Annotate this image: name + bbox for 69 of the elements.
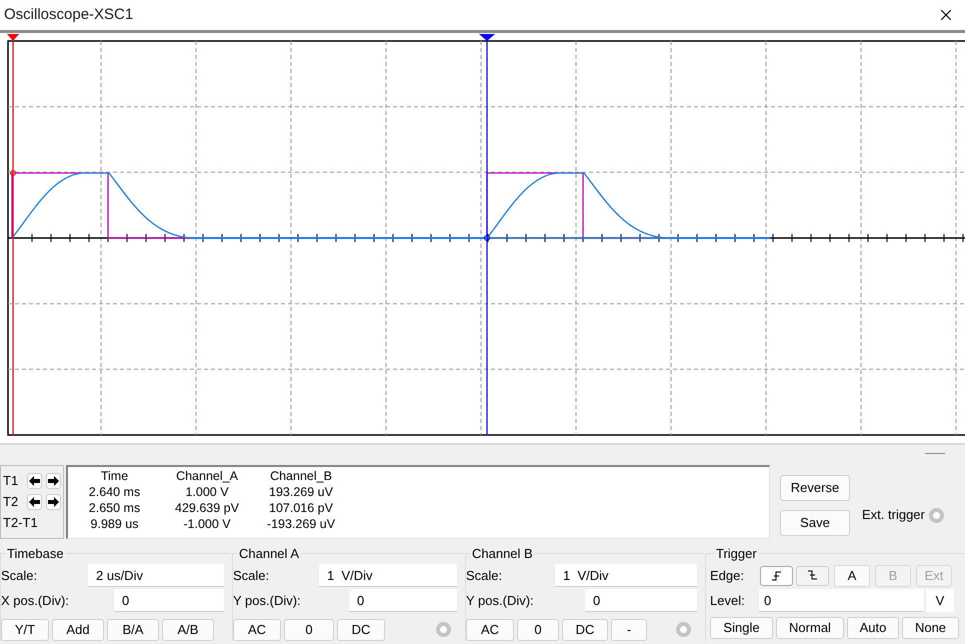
left-arrow-button[interactable] [27, 473, 42, 489]
edge-button[interactable] [796, 566, 829, 586]
mode-button[interactable]: A/B [162, 618, 214, 640]
left-arrow-icon [29, 497, 40, 507]
mode-button[interactable]: DC [562, 618, 608, 640]
mode-button[interactable]: Single [710, 616, 773, 638]
column-header: Time [100, 468, 130, 484]
mode-button[interactable]: 0 [284, 618, 334, 640]
input-field[interactable]: 1 V/Div [555, 564, 697, 587]
edge-button[interactable] [760, 566, 793, 586]
field-label: Y pos.(Div): [233, 592, 301, 610]
column-header: Channel_B [269, 468, 333, 484]
cursor-label: T1 [3, 472, 20, 490]
group-title: Channel B [471, 545, 534, 563]
field-label: X pos.(Div): [1, 592, 69, 610]
input-field[interactable]: 0 [114, 589, 224, 612]
right-arrow-button[interactable] [46, 473, 61, 489]
input-field[interactable]: 0 [349, 589, 457, 612]
input-field[interactable]: 0 [759, 589, 924, 612]
mode-button[interactable]: DC [337, 618, 385, 640]
table-cell-text: 429.639 pV [174, 500, 240, 516]
group-title: Trigger [715, 545, 758, 563]
field-label: Level: [710, 592, 746, 610]
cursor-handle[interactable] [479, 34, 495, 435]
mode-button[interactable]: Add [52, 618, 104, 640]
rising-edge-icon [771, 570, 782, 581]
cursor-label: T2-T1 [3, 514, 38, 532]
table-cell-text: 2.640 ms [88, 484, 142, 500]
right-arrow-icon [48, 497, 59, 507]
mode-button[interactable]: - [611, 618, 647, 640]
mode-button[interactable]: 0 [517, 618, 559, 640]
table-cell-text: 193.269 uV [268, 484, 334, 500]
left-arrow-icon [29, 476, 40, 486]
cursor-label: T2 [3, 493, 20, 512]
column-header: Channel_A [175, 468, 239, 484]
mode-button[interactable]: B/A [107, 618, 159, 640]
field-label: Scale: [466, 566, 502, 585]
table-cell-text: -1.000 V [182, 516, 232, 532]
field-label: Scale: [1, 566, 38, 585]
table-cell-text: 107.016 pV [268, 500, 334, 516]
window-title: Oscilloscope-XSC1 [4, 4, 134, 25]
group-title: Timebase [6, 545, 65, 563]
mode-button[interactable]: None [902, 616, 959, 638]
input-field[interactable]: 1 V/Div [319, 564, 457, 587]
right-arrow-button[interactable] [46, 494, 61, 510]
right-arrow-icon [48, 476, 59, 486]
group-title: Channel A [238, 545, 300, 563]
table-cell-text: 2.650 ms [88, 500, 142, 516]
ext-trigger-label: Ext. trigger [862, 506, 925, 524]
input-field[interactable]: 0 [585, 589, 697, 612]
input-field[interactable]: 2 us/Div [88, 564, 224, 587]
action-button[interactable]: Save [780, 510, 850, 536]
table-cell-text: -193.269 uV [266, 516, 336, 532]
field-label: Scale: [233, 566, 270, 585]
mode-button[interactable]: Normal [776, 616, 844, 638]
mode-button[interactable]: AC [466, 618, 514, 640]
field-label: Edge: [710, 566, 745, 585]
left-arrow-button[interactable] [27, 494, 42, 510]
table-cell-text: 1.000 V [184, 484, 230, 500]
cursor-handle[interactable] [7, 34, 19, 435]
mode-button[interactable]: AC [233, 618, 281, 640]
mode-button[interactable]: Y/T [1, 618, 49, 640]
source-button[interactable]: A [834, 564, 870, 586]
mode-button[interactable]: Auto [847, 616, 899, 638]
unit-label: V [926, 589, 954, 612]
field-label: Y pos.(Div): [466, 592, 534, 610]
table-cell-text: 9.989 us [90, 516, 140, 532]
falling-edge-icon [807, 570, 818, 581]
action-button[interactable]: Reverse [780, 475, 850, 501]
